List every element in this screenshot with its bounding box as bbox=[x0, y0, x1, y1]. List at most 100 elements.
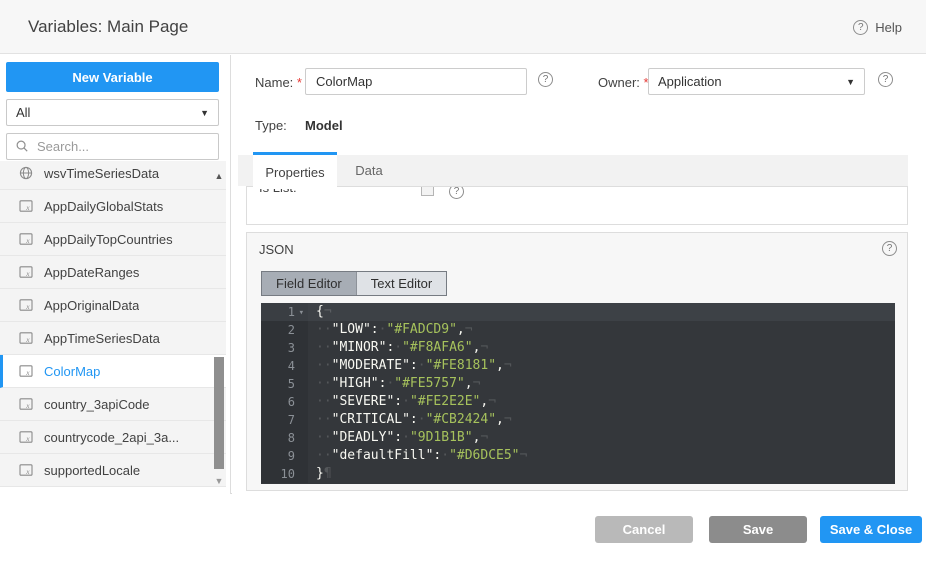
line-number: 8 bbox=[261, 429, 308, 447]
variable-list-item[interactable]: x supportedLocale bbox=[0, 454, 226, 487]
field-editor-button[interactable]: Field Editor bbox=[262, 272, 356, 295]
variable-icon: x bbox=[18, 462, 34, 478]
line-number: 2 bbox=[261, 321, 308, 339]
variable-name: countrycode_2api_3a... bbox=[44, 430, 179, 445]
svg-text:x: x bbox=[25, 269, 30, 278]
code-line: 2··"LOW":·"#FADCD9",¬ bbox=[261, 321, 895, 339]
editor-mode-toggle: Field Editor Text Editor bbox=[261, 271, 447, 296]
is-list-checkbox[interactable] bbox=[421, 186, 434, 196]
fold-caret-icon[interactable]: ▾ bbox=[295, 304, 304, 322]
line-number: 5 bbox=[261, 375, 308, 393]
name-help-icon[interactable]: ? bbox=[538, 72, 553, 87]
content-area: New Variable All ▼ wsvTimeSeriesDataxApp… bbox=[0, 55, 926, 494]
page-header: Variables: Main Page ? Help bbox=[0, 0, 926, 54]
variable-list-item[interactable]: x AppDailyGlobalStats bbox=[0, 190, 226, 223]
line-number: 9 bbox=[261, 447, 308, 465]
variable-editor-panel: Name: * ? Owner: * Application ▼ ? Type:… bbox=[232, 55, 926, 494]
search-input[interactable] bbox=[37, 139, 210, 154]
scroll-down-icon[interactable]: ▼ bbox=[212, 476, 226, 486]
variable-icon: x bbox=[18, 231, 34, 247]
variable-icon: x bbox=[18, 330, 34, 346]
filter-selected-value: All bbox=[16, 105, 200, 120]
json-section-title: JSON bbox=[259, 242, 294, 257]
new-variable-button[interactable]: New Variable bbox=[6, 62, 219, 92]
variable-list-item[interactable]: x AppDateRanges bbox=[0, 256, 226, 289]
svg-text:x: x bbox=[25, 203, 30, 212]
variable-list-item[interactable]: x countrycode_2api_3a... bbox=[0, 421, 226, 454]
save-and-close-button[interactable]: Save & Close bbox=[820, 516, 922, 543]
owner-label: Owner: * bbox=[598, 75, 649, 90]
code-line: 6··"SEVERE":·"#FE2E2E",¬ bbox=[261, 393, 895, 411]
json-code-editor[interactable]: 1▾{¬2··"LOW":·"#FADCD9",¬3··"MINOR":·"#F… bbox=[261, 303, 895, 484]
search-icon bbox=[15, 139, 31, 155]
type-value: Model bbox=[305, 118, 343, 133]
variable-list-item[interactable]: xAppTimeSeriesData bbox=[0, 322, 226, 355]
name-label: Name: * bbox=[255, 75, 302, 90]
properties-panel: Is List: ? bbox=[246, 186, 908, 225]
variable-name: wsvTimeSeriesData bbox=[44, 166, 159, 181]
variables-sidebar: New Variable All ▼ wsvTimeSeriesDataxApp… bbox=[0, 55, 231, 494]
line-number: 7 bbox=[261, 411, 308, 429]
line-number: 10 bbox=[261, 465, 308, 483]
code-line: 1▾{¬ bbox=[261, 303, 895, 321]
variables-page: Variables: Main Page ? Help New Variable… bbox=[0, 0, 926, 562]
variable-list-item[interactable]: x AppOriginalData bbox=[0, 289, 226, 322]
cancel-button[interactable]: Cancel bbox=[595, 516, 693, 543]
variable-name: AppDateRanges bbox=[44, 265, 139, 280]
svg-text:x: x bbox=[25, 368, 30, 377]
required-marker: * bbox=[297, 75, 302, 90]
scroll-up-icon[interactable]: ▲ bbox=[212, 171, 226, 181]
footer-bar: Cancel Save Save & Close bbox=[0, 495, 926, 562]
variable-icon: x bbox=[18, 297, 34, 313]
help-icon: ? bbox=[853, 20, 868, 35]
variable-name: AppOriginalData bbox=[44, 298, 139, 313]
name-input[interactable] bbox=[305, 68, 527, 95]
svg-text:x: x bbox=[25, 236, 30, 245]
variable-icon: x bbox=[18, 429, 34, 445]
variable-list-item[interactable]: x ColorMap bbox=[0, 355, 226, 388]
variable-icon: x bbox=[18, 396, 34, 412]
variable-search bbox=[6, 133, 219, 160]
page-title: Variables: Main Page bbox=[28, 0, 188, 54]
line-number: 1▾ bbox=[261, 303, 308, 321]
variable-name: ColorMap bbox=[44, 364, 100, 379]
svg-text:x: x bbox=[25, 434, 30, 443]
help-label: Help bbox=[875, 20, 902, 35]
scrollbar-thumb[interactable] bbox=[214, 357, 224, 469]
text-editor-button[interactable]: Text Editor bbox=[356, 272, 446, 295]
variable-list-item[interactable]: wsvTimeSeriesData bbox=[0, 161, 226, 190]
json-section: JSON ? Field Editor Text Editor 1▾{¬2··"… bbox=[246, 232, 908, 491]
json-help-icon[interactable]: ? bbox=[882, 241, 897, 256]
variable-name: AppDailyGlobalStats bbox=[44, 199, 163, 214]
list-scrollbar: ▲ ▼ bbox=[212, 161, 226, 494]
variable-list: wsvTimeSeriesDataxAppDailyGlobalStatsxAp… bbox=[0, 161, 230, 494]
variable-icon: x bbox=[18, 264, 34, 280]
tab-properties[interactable]: Properties bbox=[253, 152, 337, 189]
code-line: 8··"DEADLY":·"9D1B1B",¬ bbox=[261, 429, 895, 447]
code-line: 5··"HIGH":·"#FE5757",¬ bbox=[261, 375, 895, 393]
code-line: 9··"defaultFill":·"#D6DCE5"¬ bbox=[261, 447, 895, 465]
variable-list-item[interactable]: xcountry_3apiCode bbox=[0, 388, 226, 421]
svg-text:x: x bbox=[25, 401, 30, 410]
line-number: 4 bbox=[261, 357, 308, 375]
code-line: 7··"CRITICAL":·"#CB2424",¬ bbox=[261, 411, 895, 429]
chevron-down-icon: ▼ bbox=[200, 108, 209, 118]
line-number: 3 bbox=[261, 339, 308, 357]
chevron-down-icon: ▼ bbox=[846, 77, 855, 87]
is-list-help-icon[interactable]: ? bbox=[449, 186, 464, 199]
variable-list-item[interactable]: xAppDailyTopCountries bbox=[0, 223, 226, 256]
svg-text:x: x bbox=[25, 467, 30, 476]
tab-data[interactable]: Data bbox=[339, 155, 399, 186]
save-button[interactable]: Save bbox=[709, 516, 807, 543]
variable-filter-select[interactable]: All ▼ bbox=[6, 99, 219, 126]
variable-name: supportedLocale bbox=[44, 463, 140, 478]
code-line: 10}¶ bbox=[261, 465, 895, 483]
variable-icon: x bbox=[18, 363, 34, 379]
owner-select[interactable]: Application ▼ bbox=[648, 68, 865, 95]
svg-text:x: x bbox=[25, 302, 30, 311]
svg-text:x: x bbox=[25, 335, 30, 344]
code-line: 4··"MODERATE":·"#FE8181",¬ bbox=[261, 357, 895, 375]
owner-help-icon[interactable]: ? bbox=[878, 72, 893, 87]
globe-icon bbox=[18, 165, 34, 181]
help-button[interactable]: ? Help bbox=[853, 0, 902, 54]
